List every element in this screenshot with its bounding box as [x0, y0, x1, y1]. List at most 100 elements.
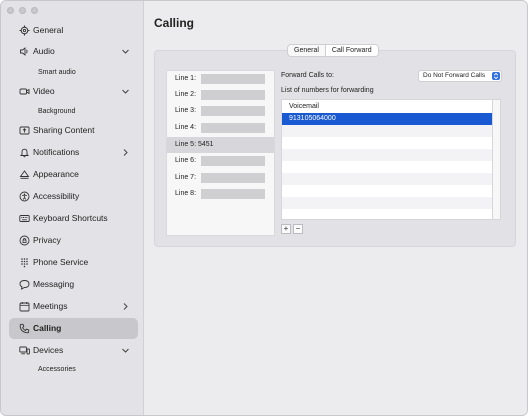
calendar-icon [19, 301, 30, 312]
devices-icon [19, 345, 30, 356]
line-label: Line 1: [175, 75, 197, 82]
sidebar-item-phone-service[interactable]: Phone Service [9, 252, 138, 273]
sidebar-item-video[interactable]: Video [9, 81, 138, 102]
sidebar-item-accessibility[interactable]: Accessibility [9, 186, 138, 207]
sidebar-item-general[interactable]: General [9, 20, 138, 41]
phone-icon [19, 323, 30, 334]
line-label: Line 5: 5451 [175, 141, 214, 148]
line-label: Line 7: [175, 174, 197, 181]
sidebar-item-devices[interactable]: Devices [9, 340, 138, 361]
sidebar-item-keyboard-shortcuts[interactable]: Keyboard Shortcuts [9, 208, 138, 229]
minimize-window-button[interactable] [19, 7, 26, 14]
updown-arrows-icon [492, 72, 500, 80]
tab-call-forward[interactable]: Call Forward [324, 45, 378, 56]
sidebar-item-label: Video [33, 86, 55, 96]
settings-window: General Audio Smart audio Video Backgrou… [0, 0, 528, 416]
redacted-number [201, 123, 265, 133]
line-label: Line 2: [175, 91, 197, 98]
sidebar-item-sharing-content[interactable]: Sharing Content [9, 120, 138, 141]
lines-list: Line 1: Line 2: Line 3: Line 4: Line 5: … [166, 70, 275, 236]
sidebar-item-notifications[interactable]: Notifications [9, 142, 138, 163]
sidebar-item-label: Accessibility [33, 191, 80, 201]
dropdown-value: Do Not Forward Calls [423, 72, 486, 79]
sidebar-item-label: Meetings [33, 301, 68, 311]
empty-row [282, 149, 492, 161]
tab-general[interactable]: General [288, 45, 325, 56]
accessibility-icon [19, 191, 30, 202]
line-row[interactable]: Line 1: [167, 71, 274, 87]
sidebar-item-appearance[interactable]: Appearance [9, 164, 138, 185]
redacted-number [201, 106, 265, 116]
sidebar-item-label: Notifications [33, 147, 80, 157]
list-item-selected[interactable]: 913105064000 [282, 113, 492, 125]
empty-row [282, 209, 492, 219]
chevron-down-icon[interactable] [121, 47, 130, 56]
forward-calls-label: Forward Calls to: [281, 72, 334, 79]
chat-bubble-icon [19, 279, 30, 290]
line-label: Line 6: [175, 157, 197, 164]
redacted-number [201, 74, 265, 84]
sidebar-item-label: Privacy [33, 235, 61, 245]
sidebar-item-label: General [33, 25, 64, 35]
redacted-number [201, 90, 265, 100]
line-row[interactable]: Line 8: [167, 186, 274, 202]
bell-icon [19, 147, 30, 158]
remove-number-button[interactable]: − [293, 224, 303, 234]
sidebar-item-label: Appearance [33, 169, 79, 179]
segmented-tabs: General Call Forward [287, 44, 379, 57]
redacted-number [201, 173, 265, 183]
empty-row [282, 173, 492, 185]
line-row[interactable]: Line 3: [167, 103, 274, 119]
close-window-button[interactable] [7, 7, 14, 14]
chevron-down-icon[interactable] [121, 87, 130, 96]
window-controls [7, 7, 38, 14]
sidebar-item-meetings[interactable]: Meetings [9, 296, 138, 317]
sidebar-item-label: Phone Service [33, 257, 89, 267]
sidebar: General Audio Smart audio Video Backgrou… [1, 1, 144, 415]
empty-row [282, 185, 492, 197]
empty-row [282, 197, 492, 209]
sidebar-item-messaging[interactable]: Messaging [9, 274, 138, 295]
keyboard-icon [19, 213, 30, 224]
empty-row [282, 137, 492, 149]
sidebar-subitem-accessories[interactable]: Accessories [38, 366, 76, 373]
forward-calls-dropdown[interactable]: Do Not Forward Calls [418, 70, 502, 82]
sidebar-item-label: Sharing Content [33, 125, 95, 135]
sidebar-item-calling[interactable]: Calling [9, 318, 138, 339]
chevron-right-icon[interactable] [121, 148, 130, 157]
sidebar-item-label: Keyboard Shortcuts [33, 213, 108, 223]
forwarding-numbers-list: Voicemail 913105064000 [281, 99, 493, 220]
forwarding-list-label: List of numbers for forwarding [281, 87, 374, 94]
line-row[interactable]: Line 7: [167, 170, 274, 186]
share-screen-icon [19, 125, 30, 136]
sidebar-item-audio[interactable]: Audio [9, 41, 138, 62]
add-number-button[interactable]: + [281, 224, 291, 234]
redacted-number [201, 156, 265, 166]
main-content: Calling General Call Forward Line 1: Lin… [144, 1, 527, 415]
dialpad-icon [19, 257, 30, 268]
zoom-window-button[interactable] [31, 7, 38, 14]
line-label: Line 4: [175, 124, 197, 131]
appearance-icon [19, 169, 30, 180]
sidebar-item-label: Messaging [33, 279, 75, 289]
empty-row [282, 125, 492, 137]
list-scrollbar[interactable] [493, 99, 501, 220]
sidebar-item-label: Calling [33, 323, 62, 333]
speaker-icon [19, 46, 30, 57]
sidebar-subitem-smart-audio[interactable]: Smart audio [38, 69, 76, 76]
line-row[interactable]: Line 2: [167, 87, 274, 103]
sidebar-subitem-background[interactable]: Background [38, 108, 75, 115]
chevron-right-icon[interactable] [121, 302, 130, 311]
line-row[interactable]: Line 6: [167, 153, 274, 169]
line-row[interactable]: Line 4: [167, 120, 274, 136]
chevron-down-icon[interactable] [121, 346, 130, 355]
empty-row [282, 161, 492, 173]
privacy-icon [19, 235, 30, 246]
line-label: Line 8: [175, 190, 197, 197]
line-row-selected[interactable]: Line 5: 5451 [167, 137, 274, 153]
line-label: Line 3: [175, 107, 197, 114]
video-camera-icon [19, 86, 30, 97]
sidebar-item-privacy[interactable]: Privacy [9, 230, 138, 251]
list-item[interactable]: Voicemail [282, 101, 492, 113]
sidebar-item-label: Audio [33, 46, 55, 56]
